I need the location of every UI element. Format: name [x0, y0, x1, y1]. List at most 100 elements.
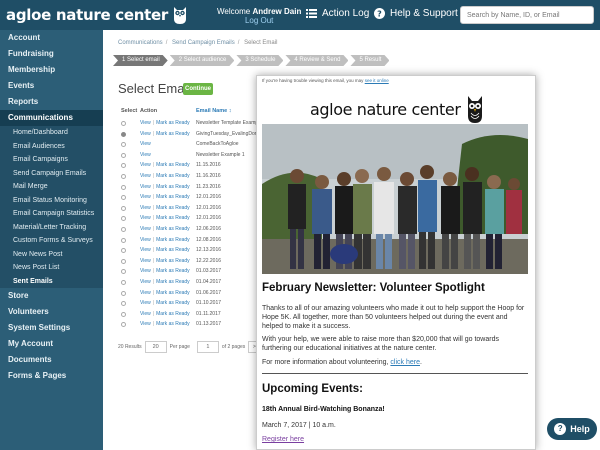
submenu-item-custom-forms-surveys[interactable]: Custom Forms & Surveys [0, 234, 103, 248]
page-input[interactable]: 1 [196, 341, 219, 353]
mark-as-ready-link[interactable]: Mark as Ready [156, 173, 190, 179]
view-link[interactable]: View [140, 194, 151, 200]
submenu-item-email-campaigns[interactable]: Email Campaigns [0, 153, 103, 167]
mark-as-ready-link[interactable]: Mark as Ready [156, 226, 190, 232]
select-radio[interactable] [121, 205, 126, 211]
mark-as-ready-link[interactable]: Mark as Ready [156, 268, 190, 274]
row-actions: View [140, 152, 151, 158]
sidebar-item-events[interactable]: Events [0, 78, 103, 94]
view-link[interactable]: View [140, 162, 151, 168]
search-input[interactable]: Search by Name, ID, or Email [460, 6, 594, 24]
help-support-button[interactable]: ? Help & Support [374, 8, 458, 19]
mark-as-ready-link[interactable]: Mark as Ready [156, 194, 190, 200]
action-log-button[interactable]: Action Log [306, 8, 369, 19]
sidebar: Account Fundraising Membership Events Report… [0, 30, 103, 450]
submenu-item-email-campaign-statistics[interactable]: Email Campaign Statistics [0, 207, 103, 221]
breadcrumb-send-campaign-emails[interactable]: Send Campaign Emails [172, 40, 235, 46]
mark-as-ready-link[interactable]: Mark as Ready [156, 290, 190, 296]
select-radio[interactable] [121, 311, 126, 317]
submenu-item-news-post-list[interactable]: News Post List [0, 261, 103, 275]
submenu-item-mail-merge[interactable]: Mail Merge [0, 180, 103, 194]
view-link[interactable]: View [140, 258, 151, 264]
mark-as-ready-link[interactable]: Mark as Ready [156, 162, 190, 168]
click-here-link[interactable]: click here [390, 359, 420, 366]
sidebar-item-store[interactable]: Store [0, 288, 103, 304]
submenu-item-send-campaign-emails[interactable]: Send Campaign Emails [0, 167, 103, 181]
view-link[interactable]: View [140, 247, 151, 253]
select-radio[interactable] [121, 290, 126, 296]
submenu-item-material-letter-tracking[interactable]: Material/Letter Tracking [0, 221, 103, 235]
view-link[interactable]: View [140, 131, 151, 137]
mark-as-ready-link[interactable]: Mark as Ready [156, 279, 190, 285]
mark-as-ready-link[interactable]: Mark as Ready [156, 205, 190, 211]
sidebar-item-my-account[interactable]: My Account [0, 336, 103, 352]
mark-as-ready-link[interactable]: Mark as Ready [156, 120, 190, 126]
mark-as-ready-link[interactable]: Mark as Ready [156, 184, 190, 190]
view-link[interactable]: View [140, 300, 151, 306]
view-link[interactable]: View [140, 226, 151, 232]
mark-as-ready-link[interactable]: Mark as Ready [156, 311, 190, 317]
per-page-input[interactable]: 20 [144, 341, 167, 353]
logout-link[interactable]: Log Out [217, 16, 301, 25]
brand-logo[interactable]: agloe nature center [6, 5, 188, 25]
breadcrumb-communications[interactable]: Communications [118, 40, 163, 46]
continue-button[interactable]: Continue [183, 83, 213, 95]
submenu-item-home-dashboard[interactable]: Home/Dashboard [0, 126, 103, 140]
select-radio[interactable] [121, 121, 126, 126]
submenu-item-email-audiences[interactable]: Email Audiences [0, 140, 103, 154]
view-link[interactable]: View [140, 120, 151, 126]
sidebar-item-membership[interactable]: Membership [0, 62, 103, 78]
view-link[interactable]: View [140, 290, 151, 296]
submenu-item-email-status-monitoring[interactable]: Email Status Monitoring [0, 194, 103, 208]
view-link[interactable]: View [140, 321, 151, 327]
view-link[interactable]: View [140, 173, 151, 179]
submenu-item-new-news-post[interactable]: New News Post [0, 248, 103, 262]
select-radio[interactable] [121, 195, 126, 201]
select-radio[interactable] [121, 227, 126, 232]
sidebar-item-communications[interactable]: Communications [0, 110, 103, 126]
mark-as-ready-link[interactable]: Mark as Ready [156, 300, 190, 306]
select-radio[interactable] [121, 174, 126, 179]
view-link[interactable]: View [140, 268, 151, 274]
submenu-item-sent-emails[interactable]: Sent Emails [0, 275, 103, 289]
mark-as-ready-link[interactable]: Mark as Ready [156, 237, 190, 243]
select-radio[interactable] [121, 322, 126, 328]
view-link[interactable]: View [140, 311, 151, 317]
sidebar-item-documents[interactable]: Documents [0, 352, 103, 368]
sidebar-item-forms-pages[interactable]: Forms & Pages [0, 368, 103, 384]
mark-as-ready-link[interactable]: Mark as Ready [156, 258, 190, 264]
help-button[interactable]: ? Help [547, 418, 597, 440]
view-link[interactable]: View [140, 215, 151, 221]
view-link[interactable]: View [140, 152, 151, 158]
select-radio[interactable] [121, 216, 126, 222]
sidebar-item-volunteers[interactable]: Volunteers [0, 304, 103, 320]
select-radio[interactable] [121, 163, 126, 169]
action-separator: | [152, 310, 155, 317]
select-radio[interactable] [121, 131, 126, 137]
sidebar-item-fundraising[interactable]: Fundraising [0, 46, 103, 62]
select-radio[interactable] [121, 258, 126, 264]
select-radio[interactable] [121, 142, 126, 148]
mark-as-ready-link[interactable]: Mark as Ready [156, 321, 190, 327]
select-radio[interactable] [121, 280, 126, 285]
register-link[interactable]: Register here [262, 436, 304, 443]
sidebar-item-reports[interactable]: Reports [0, 94, 103, 110]
select-radio[interactable] [121, 152, 126, 158]
sidebar-item-system-settings[interactable]: System Settings [0, 320, 103, 336]
select-radio[interactable] [121, 269, 126, 275]
select-radio[interactable] [121, 248, 126, 254]
mark-as-ready-link[interactable]: Mark as Ready [156, 131, 190, 137]
view-link[interactable]: View [140, 279, 151, 285]
view-online-link[interactable]: see it online [365, 78, 389, 83]
view-link[interactable]: View [140, 141, 151, 147]
sidebar-item-account[interactable]: Account [0, 30, 103, 46]
select-radio[interactable] [121, 301, 126, 307]
column-email-name[interactable]: Email Name ↕ [196, 108, 231, 114]
view-link[interactable]: View [140, 237, 151, 243]
select-radio[interactable] [121, 184, 126, 190]
view-link[interactable]: View [140, 205, 151, 211]
view-link[interactable]: View [140, 184, 151, 190]
mark-as-ready-link[interactable]: Mark as Ready [156, 215, 190, 221]
mark-as-ready-link[interactable]: Mark as Ready [156, 247, 190, 253]
select-radio[interactable] [121, 237, 126, 243]
